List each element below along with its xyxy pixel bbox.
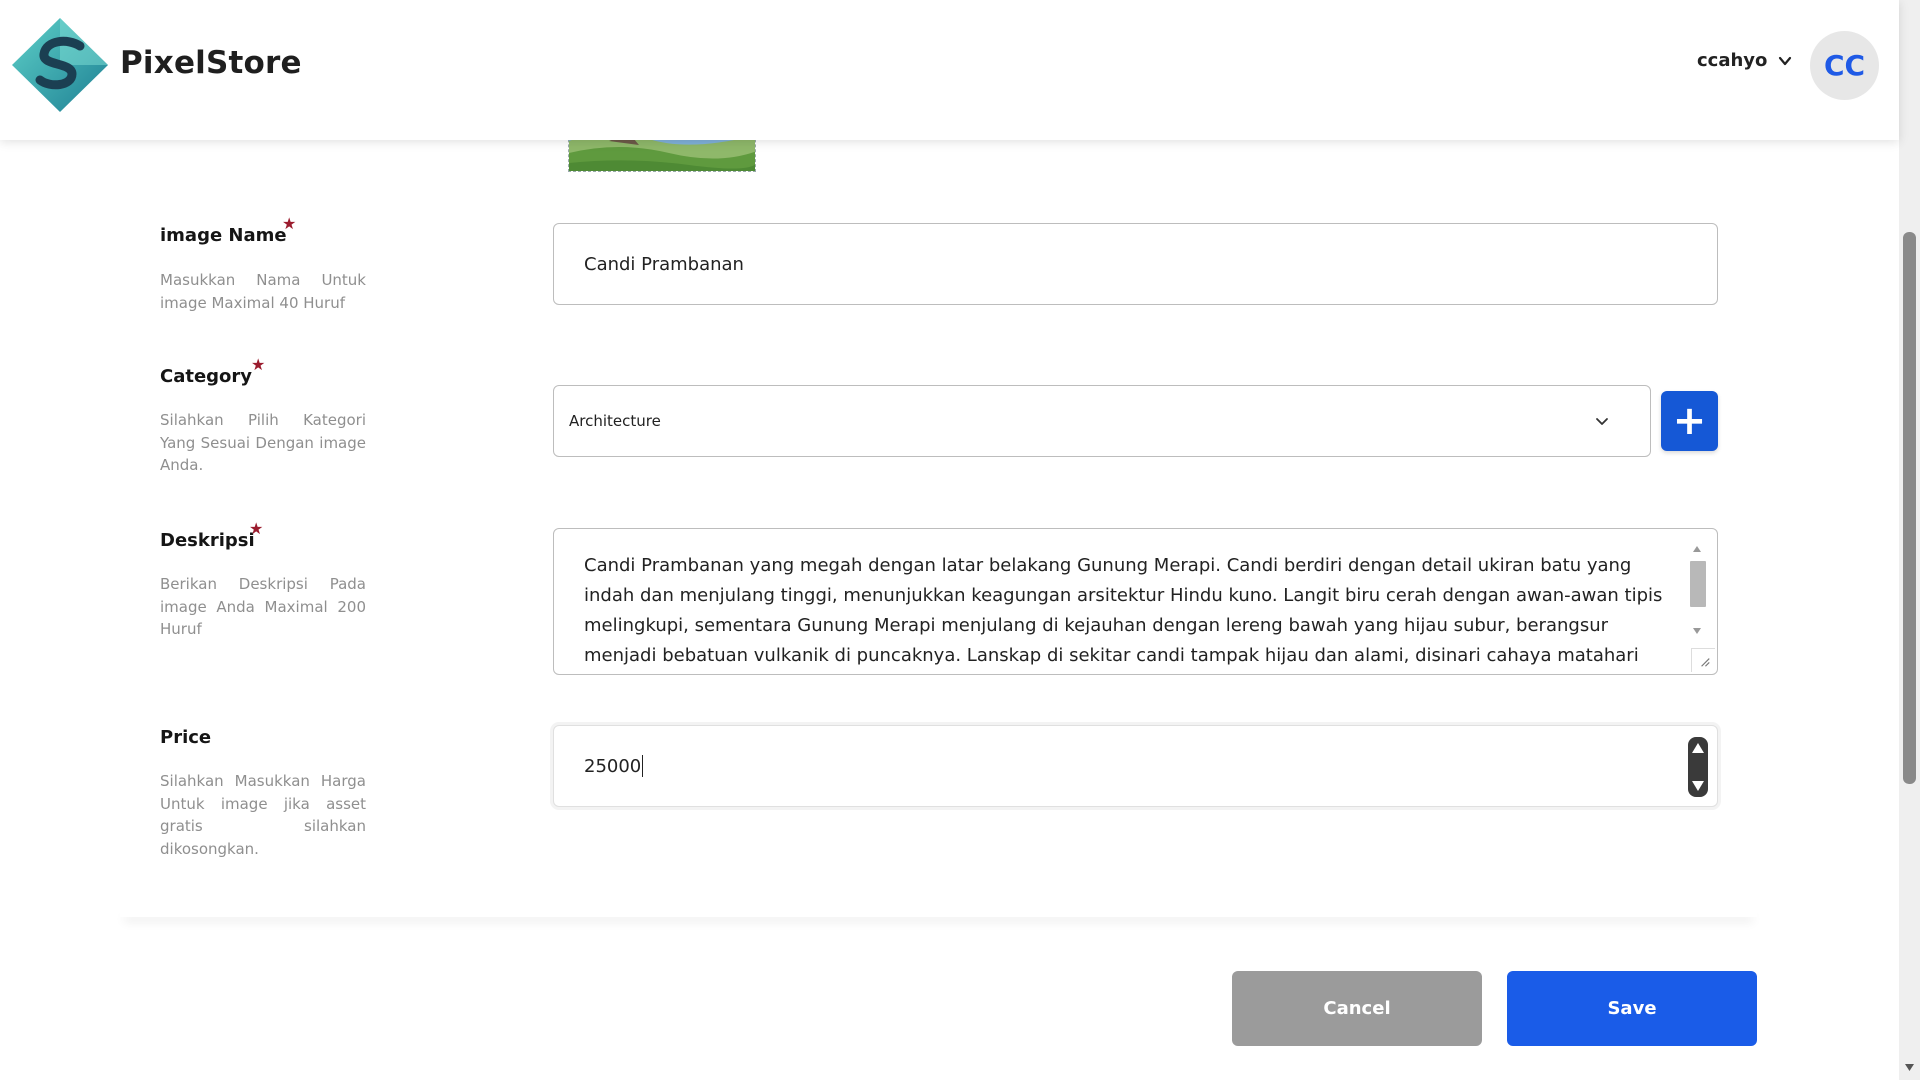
price-value: 25000 xyxy=(584,755,642,777)
scroll-down-icon[interactable] xyxy=(1905,1064,1914,1071)
username[interactable]: ccahyo xyxy=(1697,50,1767,71)
scroll-down-icon[interactable] xyxy=(1692,627,1702,635)
image-name-value: Candi Prambanan xyxy=(584,253,744,275)
price-label: Price xyxy=(160,727,212,748)
image-name-label: image Name xyxy=(160,225,287,246)
textarea-scrollbar-thumb[interactable] xyxy=(1690,561,1706,607)
required-star-icon: ★ xyxy=(251,355,266,374)
required-star-icon: ★ xyxy=(249,519,264,538)
logo-icon[interactable] xyxy=(10,16,110,114)
image-name-hint: Masukkan Nama Untuk image Maximal 40 Hur… xyxy=(160,271,366,312)
description-label: Deskripsi xyxy=(160,530,255,551)
brand-name[interactable]: PixelStore xyxy=(120,45,302,81)
price-input[interactable]: 25000 xyxy=(553,725,1718,807)
text-caret xyxy=(642,755,644,777)
category-hint: Silahkan Pilih Kategori Yang Sesuai Deng… xyxy=(160,411,366,474)
scroll-up-icon[interactable] xyxy=(1692,545,1702,553)
chevron-down-icon xyxy=(1596,418,1608,425)
form-card-bottom-edge xyxy=(120,905,1757,917)
save-button[interactable]: Save xyxy=(1507,971,1757,1046)
avatar[interactable]: CC xyxy=(1810,31,1879,100)
description-textarea[interactable]: Candi Prambanan yang megah dengan latar … xyxy=(553,528,1718,675)
top-header: PixelStore ccahyo CC xyxy=(0,0,1899,140)
chevron-down-icon[interactable] xyxy=(1777,53,1793,69)
price-spinner[interactable] xyxy=(1688,737,1708,797)
user-menu[interactable]: ccahyo xyxy=(1697,50,1793,71)
cancel-button[interactable]: Cancel xyxy=(1232,971,1482,1046)
description-value: Candi Prambanan yang megah dengan latar … xyxy=(584,555,1663,666)
spinner-up-icon[interactable] xyxy=(1691,742,1705,754)
page-scrollbar[interactable] xyxy=(1899,0,1920,1080)
price-hint: Silahkan Masukkan Harga Untuk image jika… xyxy=(160,772,366,858)
description-hint: Berikan Deskripsi Pada image Anda Maxima… xyxy=(160,575,366,638)
required-star-icon: ★ xyxy=(282,214,297,233)
category-label: Category xyxy=(160,366,253,387)
plus-icon: + xyxy=(1672,398,1707,444)
page-scrollbar-thumb[interactable] xyxy=(1903,232,1916,784)
spinner-down-icon[interactable] xyxy=(1691,780,1705,792)
add-category-button[interactable]: + xyxy=(1661,391,1718,451)
category-selected-value: Architecture xyxy=(569,412,661,430)
image-name-input[interactable]: Candi Prambanan xyxy=(553,223,1718,305)
category-select[interactable]: Architecture xyxy=(553,385,1651,457)
resize-handle-icon[interactable] xyxy=(1691,648,1715,672)
